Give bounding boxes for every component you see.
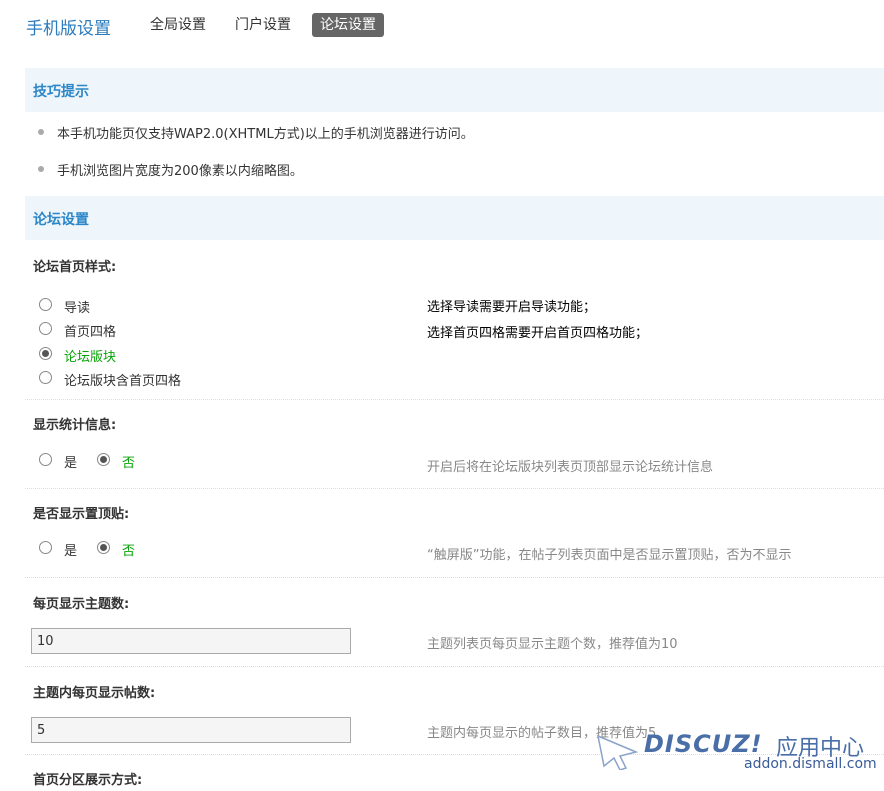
tab-portal-settings[interactable]: 门户设置 xyxy=(227,13,299,37)
homepage-style-hint-1: 选择导读需要开启导读功能； xyxy=(427,300,597,315)
page-title: 手机版设置 xyxy=(26,19,111,39)
tips-section-header: 技巧提示 xyxy=(25,68,884,112)
radio-label: 导读 xyxy=(64,301,91,316)
posts-per-page-input[interactable]: 5 xyxy=(31,717,351,743)
watermark-logo: DISCUZ! xyxy=(644,730,763,758)
input-value: 5 xyxy=(37,723,46,738)
radio-button-checked[interactable] xyxy=(97,541,110,554)
topics-per-page-hint: 主题列表页每页显示主题个数，推荐值为10 xyxy=(427,637,678,652)
show-stats-hint: 开启后将在论坛版块列表页顶部显示论坛统计信息 xyxy=(427,460,714,475)
topics-per-page-input[interactable]: 10 xyxy=(31,628,351,654)
show-stats-label: 显示统计信息: xyxy=(33,418,117,433)
divider xyxy=(25,666,884,667)
watermark: DISCUZ! 应用中心 addon.dismall.com xyxy=(596,730,877,778)
input-value: 10 xyxy=(37,634,54,649)
radio-label: 是 xyxy=(64,456,78,471)
divider xyxy=(25,488,884,489)
divider xyxy=(25,399,884,400)
watermark-url: addon.dismall.com xyxy=(744,756,877,772)
homepage-style-label: 论坛首页样式: xyxy=(33,260,117,275)
radio-button[interactable] xyxy=(39,541,52,554)
radio-label: 论坛版块 xyxy=(64,350,117,365)
radio-button-checked[interactable] xyxy=(97,453,110,466)
tab-global-settings[interactable]: 全局设置 xyxy=(142,13,214,37)
section-display-label: 首页分区展示方式: xyxy=(33,773,143,788)
posts-per-page-label: 主题内每页显示帖数: xyxy=(33,686,156,701)
show-sticky-label: 是否显示置顶贴: xyxy=(33,507,130,522)
forum-section-header: 论坛设置 xyxy=(25,196,884,240)
radio-button[interactable] xyxy=(39,453,52,466)
topics-per-page-label: 每页显示主题数: xyxy=(33,597,130,612)
radio-label: 首页四格 xyxy=(64,325,117,340)
radio-button[interactable] xyxy=(39,371,52,384)
divider xyxy=(25,577,884,578)
radio-label: 论坛版块含首页四格 xyxy=(64,374,182,389)
bullet-icon xyxy=(38,166,44,172)
show-sticky-hint: “触屏版”功能，在帖子列表页面中是否显示置顶贴，否为不显示 xyxy=(427,548,792,563)
header: 手机版设置 全局设置 门户设置 论坛设置 xyxy=(0,0,884,50)
radio-label: 是 xyxy=(64,544,78,559)
tip-text: 手机浏览图片宽度为200像素以内缩略图。 xyxy=(57,164,303,179)
forum-section-title: 论坛设置 xyxy=(33,212,89,228)
tips-title: 技巧提示 xyxy=(33,84,89,100)
radio-button[interactable] xyxy=(39,322,52,335)
tab-forum-settings[interactable]: 论坛设置 xyxy=(312,13,384,37)
radio-label: 否 xyxy=(122,544,136,559)
bullet-icon xyxy=(38,129,44,135)
arrow-icon xyxy=(596,734,638,770)
radio-label: 否 xyxy=(122,456,136,471)
tip-text: 本手机功能页仅支持WAP2.0(XHTML方式)以上的手机浏览器进行访问。 xyxy=(57,127,474,142)
radio-button-checked[interactable] xyxy=(39,347,52,360)
homepage-style-hint-2: 选择首页四格需要开启首页四格功能； xyxy=(427,326,649,341)
radio-button[interactable] xyxy=(39,298,52,311)
